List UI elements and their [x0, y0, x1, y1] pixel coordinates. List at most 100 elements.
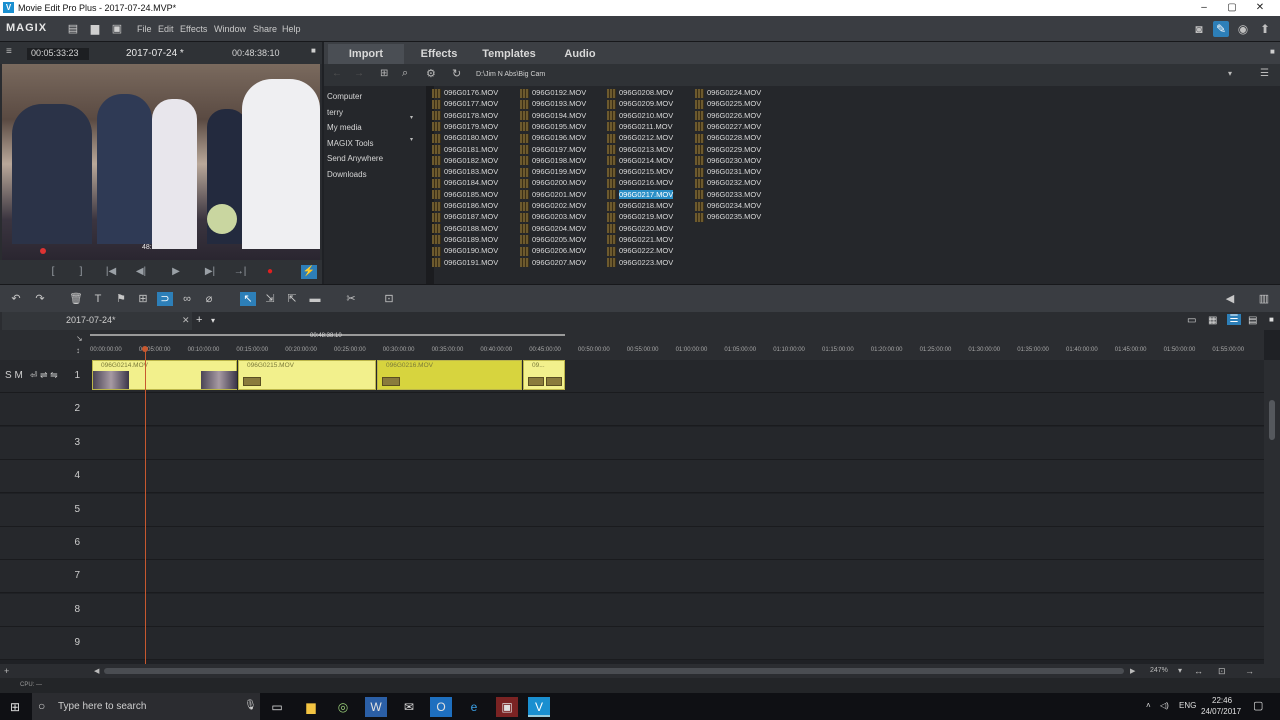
file-item[interactable]: 096G0177.MOV — [432, 99, 498, 110]
track-header[interactable]: 7 — [0, 560, 90, 594]
file-item[interactable]: 096G0230.MOV — [695, 156, 761, 167]
zoom-plus-icon[interactable]: + — [4, 666, 9, 676]
file-item[interactable]: 096G0187.MOV — [432, 212, 498, 223]
word-icon[interactable]: W — [365, 697, 387, 717]
file-item[interactable]: 096G0223.MOV — [607, 258, 673, 269]
hamburger-icon[interactable]: ≡ — [6, 46, 12, 57]
windows-start-icon[interactable]: ⊞ — [4, 697, 26, 717]
track-header[interactable]: 2 — [0, 393, 90, 427]
gear-icon[interactable]: ⚙ — [426, 67, 436, 80]
tab-import[interactable]: Import — [328, 44, 404, 64]
file-item[interactable]: 096G0193.MOV — [520, 99, 586, 110]
file-item[interactable]: 096G0183.MOV — [432, 167, 498, 178]
track-lane[interactable] — [90, 527, 1264, 560]
menu-edit[interactable]: Edit — [158, 24, 174, 34]
taskbar-search[interactable]: ○ Type here to search 🎙 — [32, 693, 260, 720]
file-item[interactable]: 096G0188.MOV — [432, 224, 498, 235]
file-item[interactable]: 096G0233.MOV — [695, 190, 761, 201]
file-item[interactable]: 096G0224.MOV — [695, 88, 761, 99]
close-tab-icon[interactable]: ✕ — [182, 315, 190, 326]
track-lane[interactable] — [90, 593, 1264, 627]
view-timeline-icon[interactable]: ☰ — [1227, 314, 1241, 325]
minimize-button[interactable]: – — [1196, 2, 1212, 14]
range-tool-icon[interactable]: ⇲ — [262, 292, 278, 306]
zoom-fit-icon[interactable]: ↕ — [76, 346, 80, 355]
nav-item[interactable]: MAGIX Tools — [327, 139, 374, 148]
mark-out-icon[interactable]: ] — [73, 265, 89, 279]
undo-icon[interactable]: ↶ — [8, 292, 24, 306]
file-item[interactable]: 096G0178.MOV — [432, 111, 498, 122]
volume-icon[interactable]: ◁) — [1160, 701, 1169, 710]
horizontal-scroll-thumb[interactable] — [104, 668, 1124, 674]
back-icon[interactable]: ← — [332, 68, 342, 79]
vertical-scrollbar[interactable] — [1264, 360, 1280, 664]
track-lane[interactable] — [90, 493, 1264, 527]
prev-marker-icon[interactable]: |◀ — [103, 265, 119, 279]
menu-window[interactable]: Window — [214, 24, 246, 34]
file-item[interactable]: 096G0182.MOV — [432, 156, 498, 167]
file-item[interactable]: 096G0222.MOV — [607, 246, 673, 257]
preview-playhead[interactable] — [40, 248, 46, 254]
track-header[interactable]: 4 — [0, 460, 90, 494]
flash-icon[interactable]: ⚡ — [301, 265, 317, 279]
file-item[interactable]: 096G0227.MOV — [695, 122, 761, 133]
group-icon[interactable]: ⊞ — [135, 292, 151, 306]
nav-item[interactable]: Downloads — [327, 170, 367, 179]
solo-mute-controls[interactable]: S M — [5, 370, 23, 381]
add-tab-icon[interactable]: + — [196, 314, 202, 326]
redo-icon[interactable]: ↷ — [32, 292, 48, 306]
file-item[interactable]: 096G0211.MOV — [607, 122, 673, 133]
file-item[interactable]: 096G0197.MOV — [520, 145, 586, 156]
mark-in-icon[interactable]: [ — [45, 265, 61, 279]
file-item[interactable]: 096G0205.MOV — [520, 235, 586, 246]
file-item-selected[interactable]: 096G0217.MOV — [607, 189, 674, 201]
track-header[interactable]: 6 — [0, 527, 90, 560]
timeline-ruler[interactable]: 00:48:38:10 00:00:00:00 00:05:00:00 00:10:… — [90, 330, 1264, 360]
upload-icon[interactable]: ⬆ — [1257, 21, 1273, 37]
file-item[interactable]: 096G0232.MOV — [695, 178, 761, 189]
pen-icon[interactable]: ✎ — [1213, 21, 1229, 37]
new-file-icon[interactable]: ▤ — [66, 22, 80, 36]
tab-audio[interactable]: Audio — [550, 44, 610, 64]
track-lane[interactable] — [90, 393, 1264, 427]
scroll-right-icon[interactable]: ▶ — [1130, 667, 1135, 675]
monitor-menu-icon[interactable]: ■ — [311, 46, 316, 55]
file-item[interactable]: 096G0200.MOV — [520, 178, 586, 189]
file-item[interactable]: 096G0203.MOV — [520, 212, 586, 223]
tray-up-icon[interactable]: ˄ — [1146, 701, 1151, 710]
speaker-icon[interactable]: ◀ — [1222, 292, 1238, 306]
skip-back-icon[interactable]: ◀| — [133, 265, 149, 279]
skip-forward-icon[interactable]: →| — [232, 265, 248, 279]
marker-icon[interactable]: ⚑ — [113, 292, 129, 306]
horizontal-scrollbar[interactable]: + ◀ ▶ 247% ▾ ↔ ⊡ → — [0, 664, 1280, 678]
timeline-clip[interactable]: 096G0215.MOV — [238, 360, 376, 390]
file-item[interactable]: 096G0235.MOV — [695, 212, 761, 223]
file-item[interactable]: 096G0225.MOV — [695, 99, 761, 110]
view-storyboard-icon[interactable]: ▦ — [1208, 315, 1217, 326]
microphone-icon[interactable]: 🎙 — [244, 700, 257, 711]
playhead-handle[interactable] — [142, 346, 148, 352]
file-explorer-icon[interactable]: ▆ — [300, 697, 322, 717]
mail-icon[interactable]: ✉ — [398, 697, 420, 717]
snapshot-icon[interactable]: ⊡ — [381, 292, 397, 306]
file-item[interactable]: 096G0186.MOV — [432, 201, 498, 212]
movie-edit-taskbar-icon[interactable]: V — [528, 697, 550, 717]
file-item[interactable]: 096G0176.MOV — [432, 88, 498, 99]
zoom-dropdown-icon[interactable]: ▾ — [1178, 666, 1182, 675]
record-icon[interactable]: ● — [262, 265, 278, 279]
file-item[interactable]: 096G0189.MOV — [432, 235, 498, 246]
tab-project[interactable]: 2017-07-24* ✕ — [2, 312, 192, 330]
file-item[interactable]: 096G0216.MOV — [607, 178, 673, 189]
file-item[interactable]: 096G0229.MOV — [695, 145, 761, 156]
file-item[interactable]: 096G0234.MOV — [695, 201, 761, 212]
tab-dropdown-icon[interactable]: ▾ — [211, 316, 215, 325]
track-lane[interactable] — [90, 460, 1264, 494]
file-item[interactable]: 096G0212.MOV — [607, 133, 673, 144]
file-item[interactable]: 096G0220.MOV — [607, 224, 673, 235]
file-item[interactable]: 096G0201.MOV — [520, 190, 586, 201]
vertical-scroll-thumb[interactable] — [1269, 400, 1275, 440]
expand-icon[interactable]: ▾ — [410, 136, 413, 143]
file-item[interactable]: 096G0185.MOV — [432, 190, 498, 201]
track-options-icon[interactable]: ⏎ ⇌ ⇋ — [30, 370, 58, 381]
menu-file[interactable]: File — [137, 24, 152, 34]
